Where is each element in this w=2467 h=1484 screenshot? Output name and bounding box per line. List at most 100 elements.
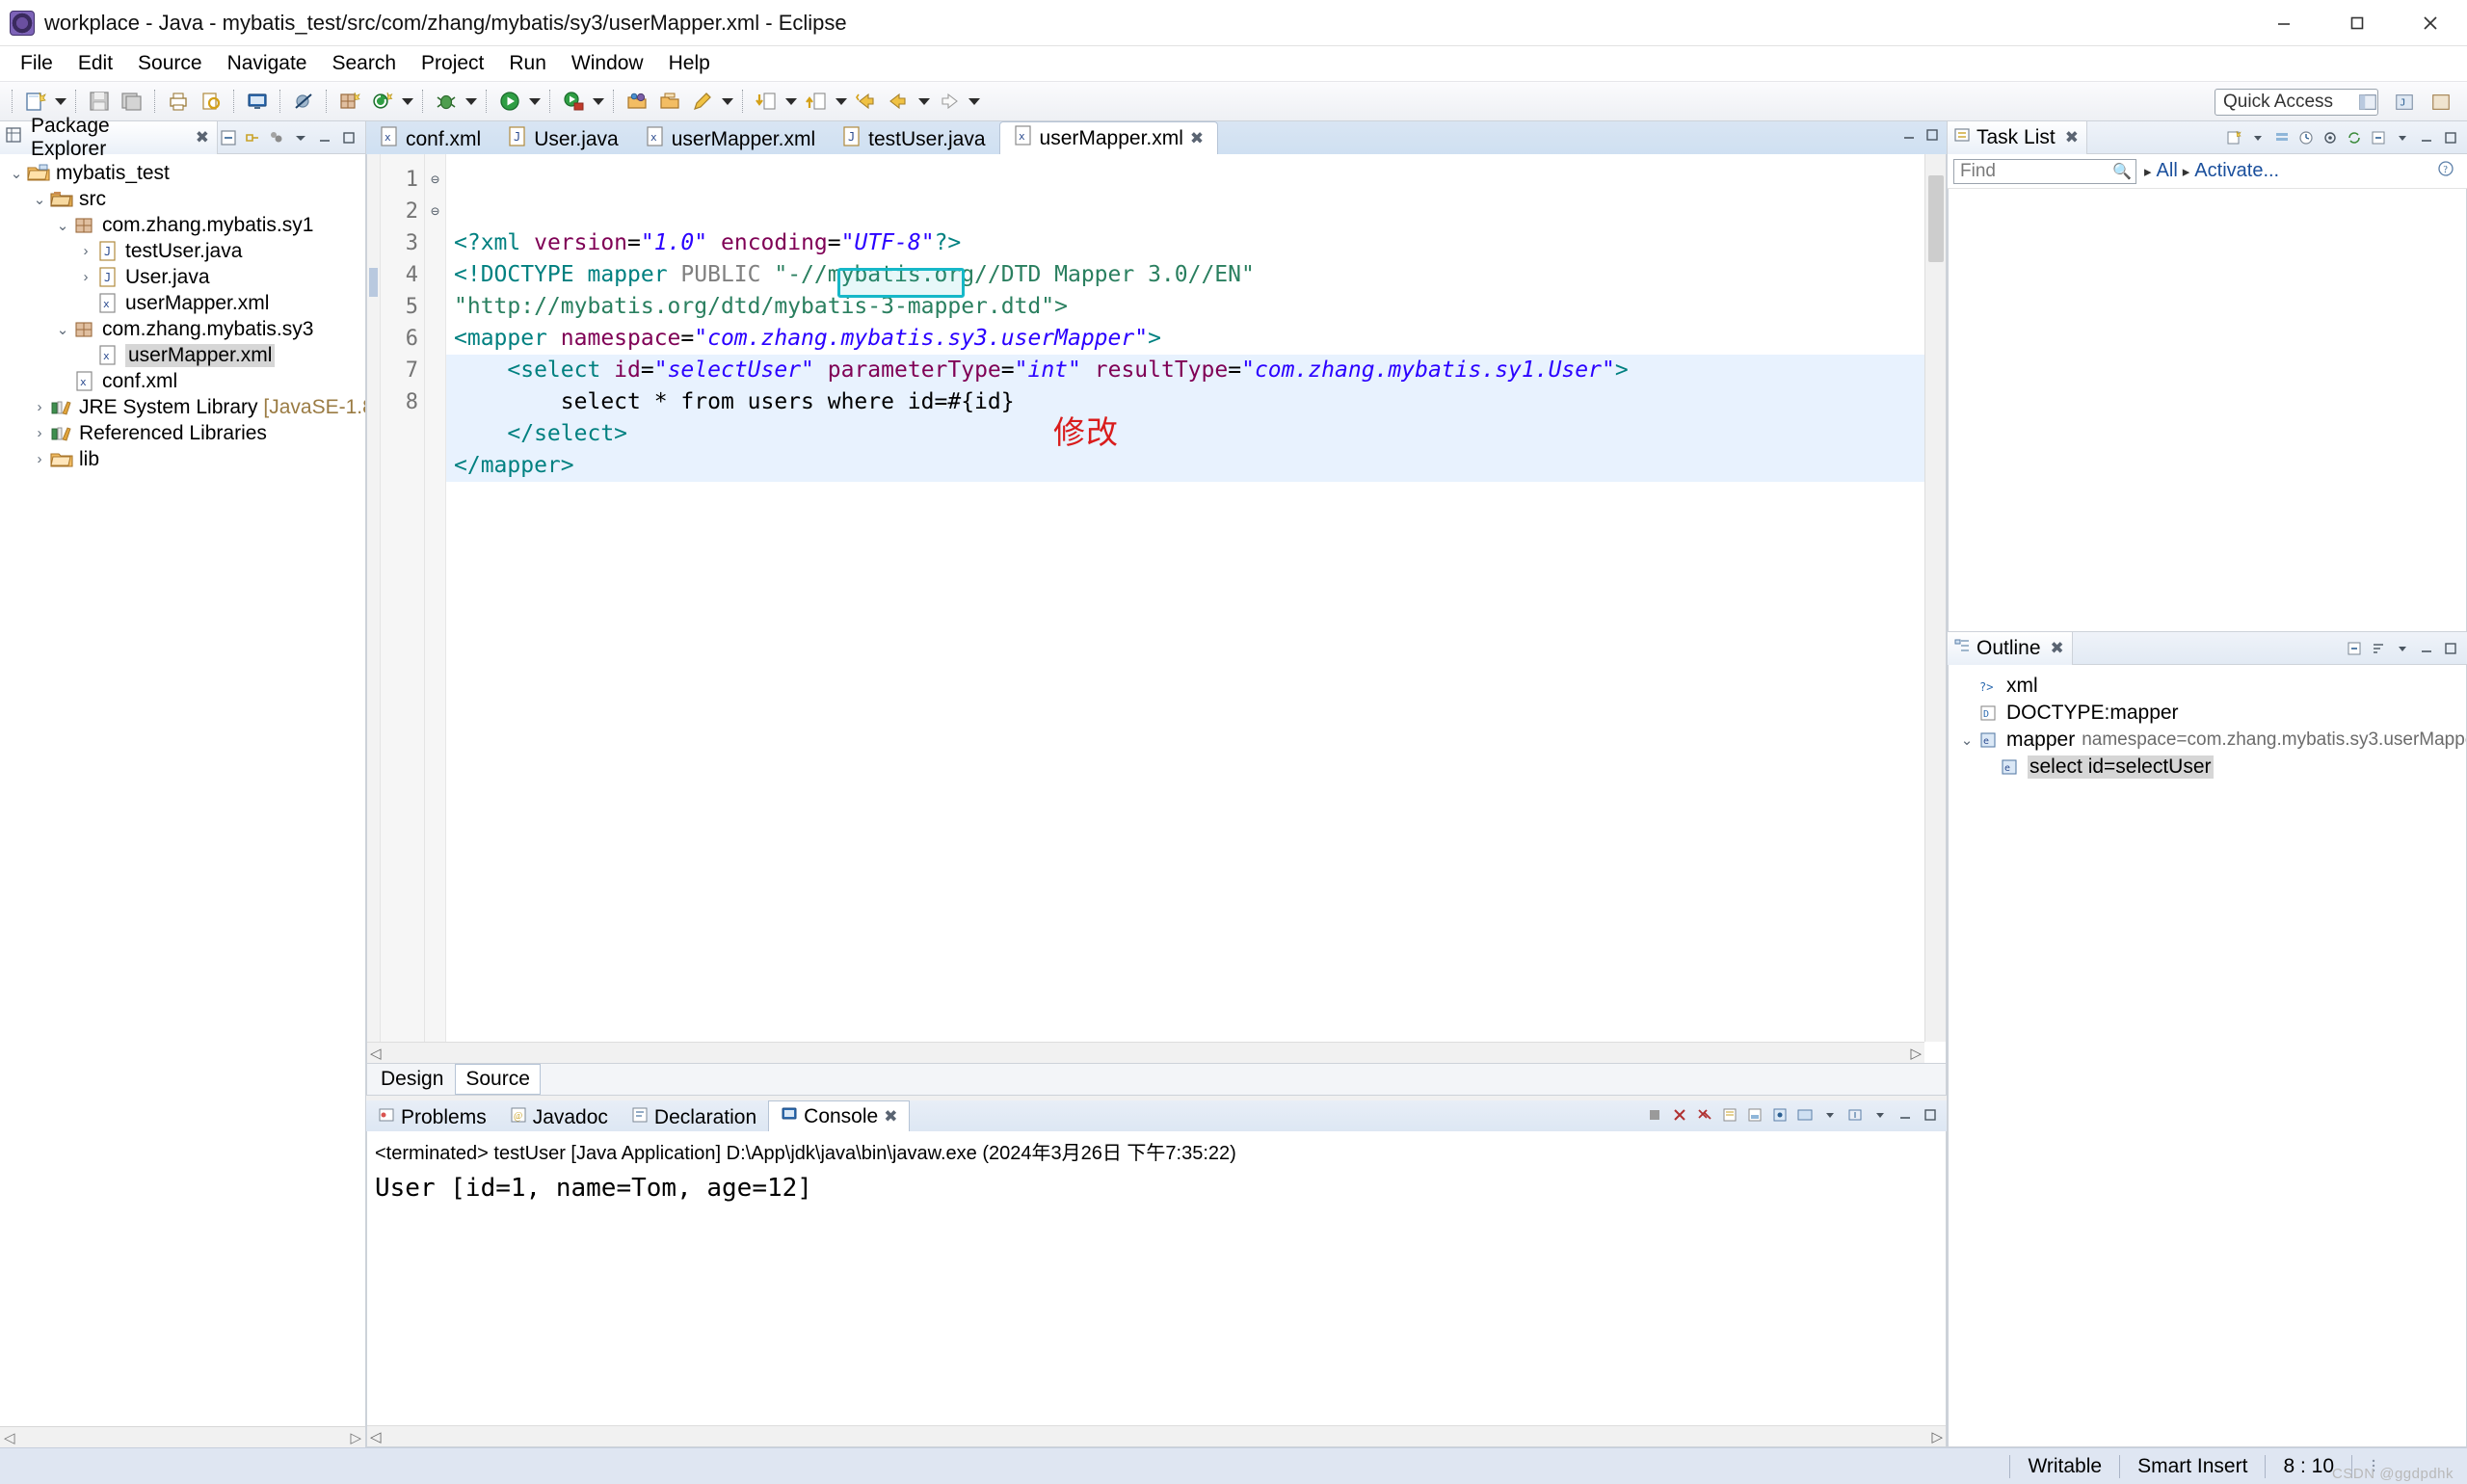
xml-editor[interactable]: 12345678 ⊖ ⊖ <?xml version="1.0" encoding… bbox=[366, 154, 1947, 1064]
menu-edit[interactable]: Edit bbox=[66, 48, 125, 79]
forward-dropdown-icon[interactable] bbox=[966, 88, 983, 115]
annotate-dropdown-icon[interactable] bbox=[719, 88, 736, 115]
code-line[interactable]: <mapper namespace="com.zhang.mybatis.sy3… bbox=[446, 323, 1946, 355]
editor-vscrollbar[interactable] bbox=[1924, 154, 1946, 1042]
tree-item[interactable]: › Referenced Libraries bbox=[0, 420, 365, 446]
project-tree[interactable]: ⌄ mybatis_test ⌄ src ⌄ com.zhang.mybatis.sy1 ›… bbox=[0, 154, 365, 1426]
outline-item[interactable]: D DOCTYPE:mapper bbox=[1949, 700, 2466, 727]
back-dropdown-icon[interactable] bbox=[915, 88, 933, 115]
run-icon[interactable] bbox=[495, 87, 524, 116]
outline-view-menu-icon[interactable] bbox=[2392, 638, 2413, 659]
code-line[interactable]: <select id="selectUser" parameterType="i… bbox=[446, 355, 1946, 386]
tree-item[interactable]: ⌄ com.zhang.mybatis.sy1 bbox=[0, 212, 365, 238]
menu-search[interactable]: Search bbox=[319, 48, 409, 79]
run-dropdown-icon[interactable] bbox=[526, 88, 544, 115]
console-tab[interactable]: @ Javadoc bbox=[498, 1104, 620, 1131]
focus-icon[interactable] bbox=[266, 127, 287, 148]
tree-item[interactable]: x conf.xml bbox=[0, 368, 365, 394]
tree-item[interactable]: ⌄ com.zhang.mybatis.sy3 bbox=[0, 316, 365, 342]
tab-outline[interactable]: Outline ✖ bbox=[1948, 631, 2073, 665]
editor-scroll-left-icon[interactable]: ◁ bbox=[370, 1045, 382, 1062]
twisty-expanded-icon[interactable]: ⌄ bbox=[1956, 731, 1977, 749]
folding-ruler[interactable]: ⊖ ⊖ bbox=[425, 154, 446, 1063]
display-selected-console-icon[interactable] bbox=[1794, 1104, 1816, 1126]
console-output-area[interactable]: <terminated> testUser [Java Application]… bbox=[366, 1131, 1947, 1447]
back-history-icon[interactable] bbox=[852, 87, 881, 116]
code-line[interactable]: </select> bbox=[446, 418, 1946, 450]
minimize-view-icon[interactable] bbox=[314, 127, 335, 148]
tree-item[interactable]: ⌄ src bbox=[0, 186, 365, 212]
new-java-project-icon[interactable] bbox=[335, 87, 364, 116]
task-find-input[interactable]: Find 🔍 bbox=[1953, 158, 2136, 184]
editor-hscrollbar[interactable]: ◁ ▷ bbox=[367, 1042, 1924, 1063]
tree-item[interactable]: › JRE System Library [JavaSE-1.8] bbox=[0, 394, 366, 420]
menu-run[interactable]: Run bbox=[496, 48, 559, 79]
annotate-icon[interactable] bbox=[688, 87, 717, 116]
synchronize-icon[interactable] bbox=[2344, 127, 2365, 148]
outline-sort-icon[interactable] bbox=[2368, 638, 2389, 659]
menu-source[interactable]: Source bbox=[125, 48, 215, 79]
twisty-collapsed-icon[interactable]: › bbox=[29, 425, 50, 441]
pin-console-icon[interactable] bbox=[1769, 1104, 1791, 1126]
clear-console-icon[interactable] bbox=[1719, 1104, 1740, 1126]
open-type-icon[interactable] bbox=[623, 87, 651, 116]
menu-file[interactable]: File bbox=[8, 48, 66, 79]
console-scroll-left-icon[interactable]: ◁ bbox=[370, 1428, 382, 1445]
save-icon[interactable] bbox=[85, 87, 114, 116]
close-icon[interactable]: ✖ bbox=[1190, 129, 1204, 148]
close-icon[interactable]: ✖ bbox=[2065, 128, 2079, 147]
fold-toggle-icon[interactable]: ⊖ bbox=[425, 196, 445, 227]
maximize-button[interactable] bbox=[2321, 0, 2394, 46]
menu-navigate[interactable]: Navigate bbox=[215, 48, 320, 79]
close-icon[interactable]: ✖ bbox=[196, 128, 209, 147]
code-line[interactable]: <!DOCTYPE mapper PUBLIC "-//mybatis.org/… bbox=[446, 259, 1946, 291]
view-menu-icon[interactable] bbox=[290, 127, 311, 148]
code-content[interactable]: <?xml version="1.0" encoding="UTF-8"?> <!… bbox=[446, 154, 1946, 1063]
task-filter-activate[interactable]: Activate... bbox=[2194, 160, 2279, 182]
next-annotation-icon[interactable] bbox=[752, 87, 781, 116]
scroll-right-icon[interactable]: ▷ bbox=[350, 1429, 361, 1446]
outline-item[interactable]: e select id=selectUser bbox=[1949, 754, 2466, 781]
task-minimize-icon[interactable] bbox=[2416, 127, 2437, 148]
editor-maximize-icon[interactable] bbox=[1923, 126, 1941, 149]
console-scroll-right-icon[interactable]: ▷ bbox=[1931, 1428, 1943, 1445]
twisty-collapsed-icon[interactable]: › bbox=[29, 399, 50, 415]
save-all-icon[interactable] bbox=[118, 87, 146, 116]
maximize-view-icon[interactable] bbox=[338, 127, 359, 148]
stop-icon[interactable] bbox=[1644, 1104, 1665, 1126]
twisty-collapsed-icon[interactable]: › bbox=[75, 243, 96, 259]
task-help-icon[interactable]: ? bbox=[2436, 159, 2461, 184]
debug-dropdown-icon[interactable] bbox=[463, 88, 480, 115]
editor-tab[interactable]: x conf.xml bbox=[366, 125, 494, 154]
remove-all-launches-icon[interactable] bbox=[1694, 1104, 1715, 1126]
link-with-editor-icon[interactable] bbox=[242, 127, 263, 148]
code-line[interactable]: </mapper> bbox=[446, 450, 1946, 482]
console-toggle-icon[interactable] bbox=[243, 87, 272, 116]
code-line[interactable]: "http://mybatis.org/dtd/mybatis-3-mapper… bbox=[446, 291, 1946, 323]
tree-item[interactable]: › JtestUser.java bbox=[0, 238, 365, 264]
collapse-all-icon[interactable] bbox=[218, 127, 239, 148]
open-resource-icon[interactable] bbox=[655, 87, 684, 116]
categorize-icon[interactable] bbox=[2271, 127, 2293, 148]
open-console-dropdown-icon[interactable] bbox=[1819, 1104, 1841, 1126]
tab-source[interactable]: Source bbox=[455, 1064, 541, 1095]
tab-package-explorer[interactable]: Package Explorer ✖ bbox=[0, 115, 218, 160]
close-icon[interactable]: ✖ bbox=[884, 1107, 897, 1126]
outline-minimize-icon[interactable] bbox=[2416, 638, 2437, 659]
new-task-icon[interactable] bbox=[2223, 127, 2244, 148]
outline-item[interactable]: ⌄ e mapper namespace=com.zhang.mybatis.sy3.… bbox=[1949, 727, 2466, 754]
twisty-collapsed-icon[interactable]: › bbox=[75, 269, 96, 285]
previous-annotation-icon[interactable] bbox=[802, 87, 831, 116]
tab-task-list[interactable]: Task List ✖ bbox=[1948, 120, 2087, 154]
debug-icon[interactable] bbox=[432, 87, 461, 116]
console-view-menu-icon[interactable] bbox=[1870, 1104, 1891, 1126]
twisty-expanded-icon[interactable]: ⌄ bbox=[52, 321, 73, 338]
outline-collapse-all-icon[interactable] bbox=[2344, 638, 2365, 659]
forward-history-icon[interactable] bbox=[885, 87, 914, 116]
editor-tab[interactable]: JtestUser.java bbox=[829, 125, 998, 154]
editor-tab[interactable]: x userMapper.xml ✖ bbox=[998, 121, 1219, 154]
open-perspective-icon[interactable] bbox=[2353, 88, 2382, 117]
tab-design[interactable]: Design bbox=[371, 1065, 453, 1094]
outline-item[interactable]: ?> xml bbox=[1949, 673, 2466, 700]
run-last-dropdown-icon[interactable] bbox=[590, 88, 607, 115]
